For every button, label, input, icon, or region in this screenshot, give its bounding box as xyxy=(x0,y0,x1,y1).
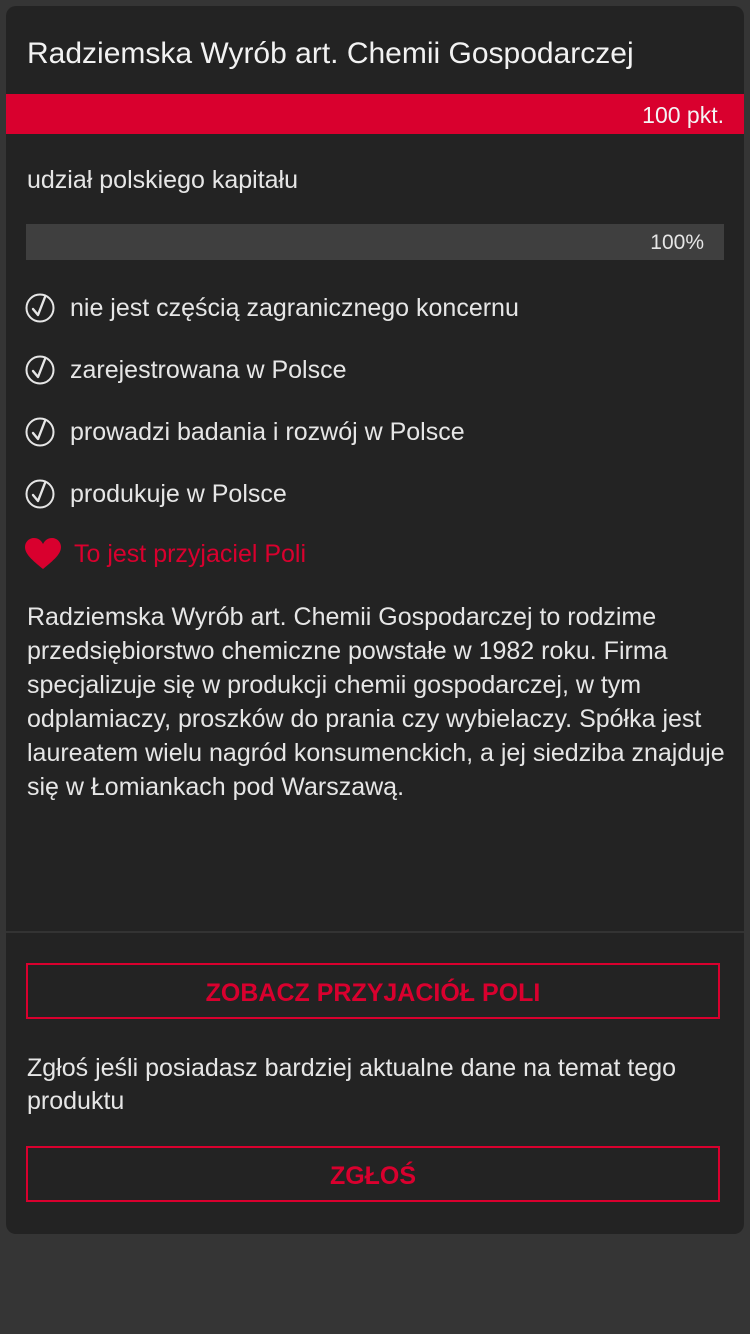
report-prompt: Zgłoś jeśli posiadasz bardziej aktualne … xyxy=(27,1054,677,1115)
score-bar: 100 pkt. xyxy=(6,94,744,134)
company-title: Radziemska Wyrób art. Chemii Gospodarcze… xyxy=(27,37,634,70)
heart-icon xyxy=(25,538,61,569)
check-circle-icon xyxy=(25,479,55,509)
criterion-label: prowadzi badania i rozwój w Polsce xyxy=(70,418,465,446)
capital-label: udział polskiego kapitału xyxy=(27,166,299,194)
criterion-label: zarejestrowana w Polsce xyxy=(70,356,347,384)
divider xyxy=(6,931,744,933)
criterion-label: nie jest częścią zagranicznego koncernu xyxy=(70,294,519,322)
check-circle-icon xyxy=(25,293,55,323)
see-poli-friends-button[interactable]: ZOBACZ PRZYJACIÓŁ POLI xyxy=(26,963,720,1019)
criterion-not-foreign: nie jest częścią zagranicznego koncernu xyxy=(24,288,519,328)
friend-label: To jest przyjaciel Poli xyxy=(74,540,307,568)
company-description: Radziemska Wyrób art. Chemii Gospodarcze… xyxy=(27,603,725,801)
friend-badge: To jest przyjaciel Poli xyxy=(24,534,306,574)
criterion-label: produkuje w Polsce xyxy=(70,480,287,508)
capital-progress-fill xyxy=(26,224,724,260)
criterion-rnd-in-poland: prowadzi badania i rozwój w Polsce xyxy=(24,412,465,452)
check-circle-icon xyxy=(25,355,55,385)
capital-progress-bar: 100% xyxy=(26,224,724,260)
report-button[interactable]: ZGŁOŚ xyxy=(26,1146,720,1202)
check-circle-icon xyxy=(25,417,55,447)
capital-value: 100% xyxy=(650,231,704,254)
score-label: 100 pkt. xyxy=(642,102,724,128)
company-card: Radziemska Wyrób art. Chemii Gospodarcze… xyxy=(6,6,744,1234)
criterion-registered-in-poland: zarejestrowana w Polsce xyxy=(24,350,347,390)
criterion-produces-in-poland: produkuje w Polsce xyxy=(24,474,287,514)
